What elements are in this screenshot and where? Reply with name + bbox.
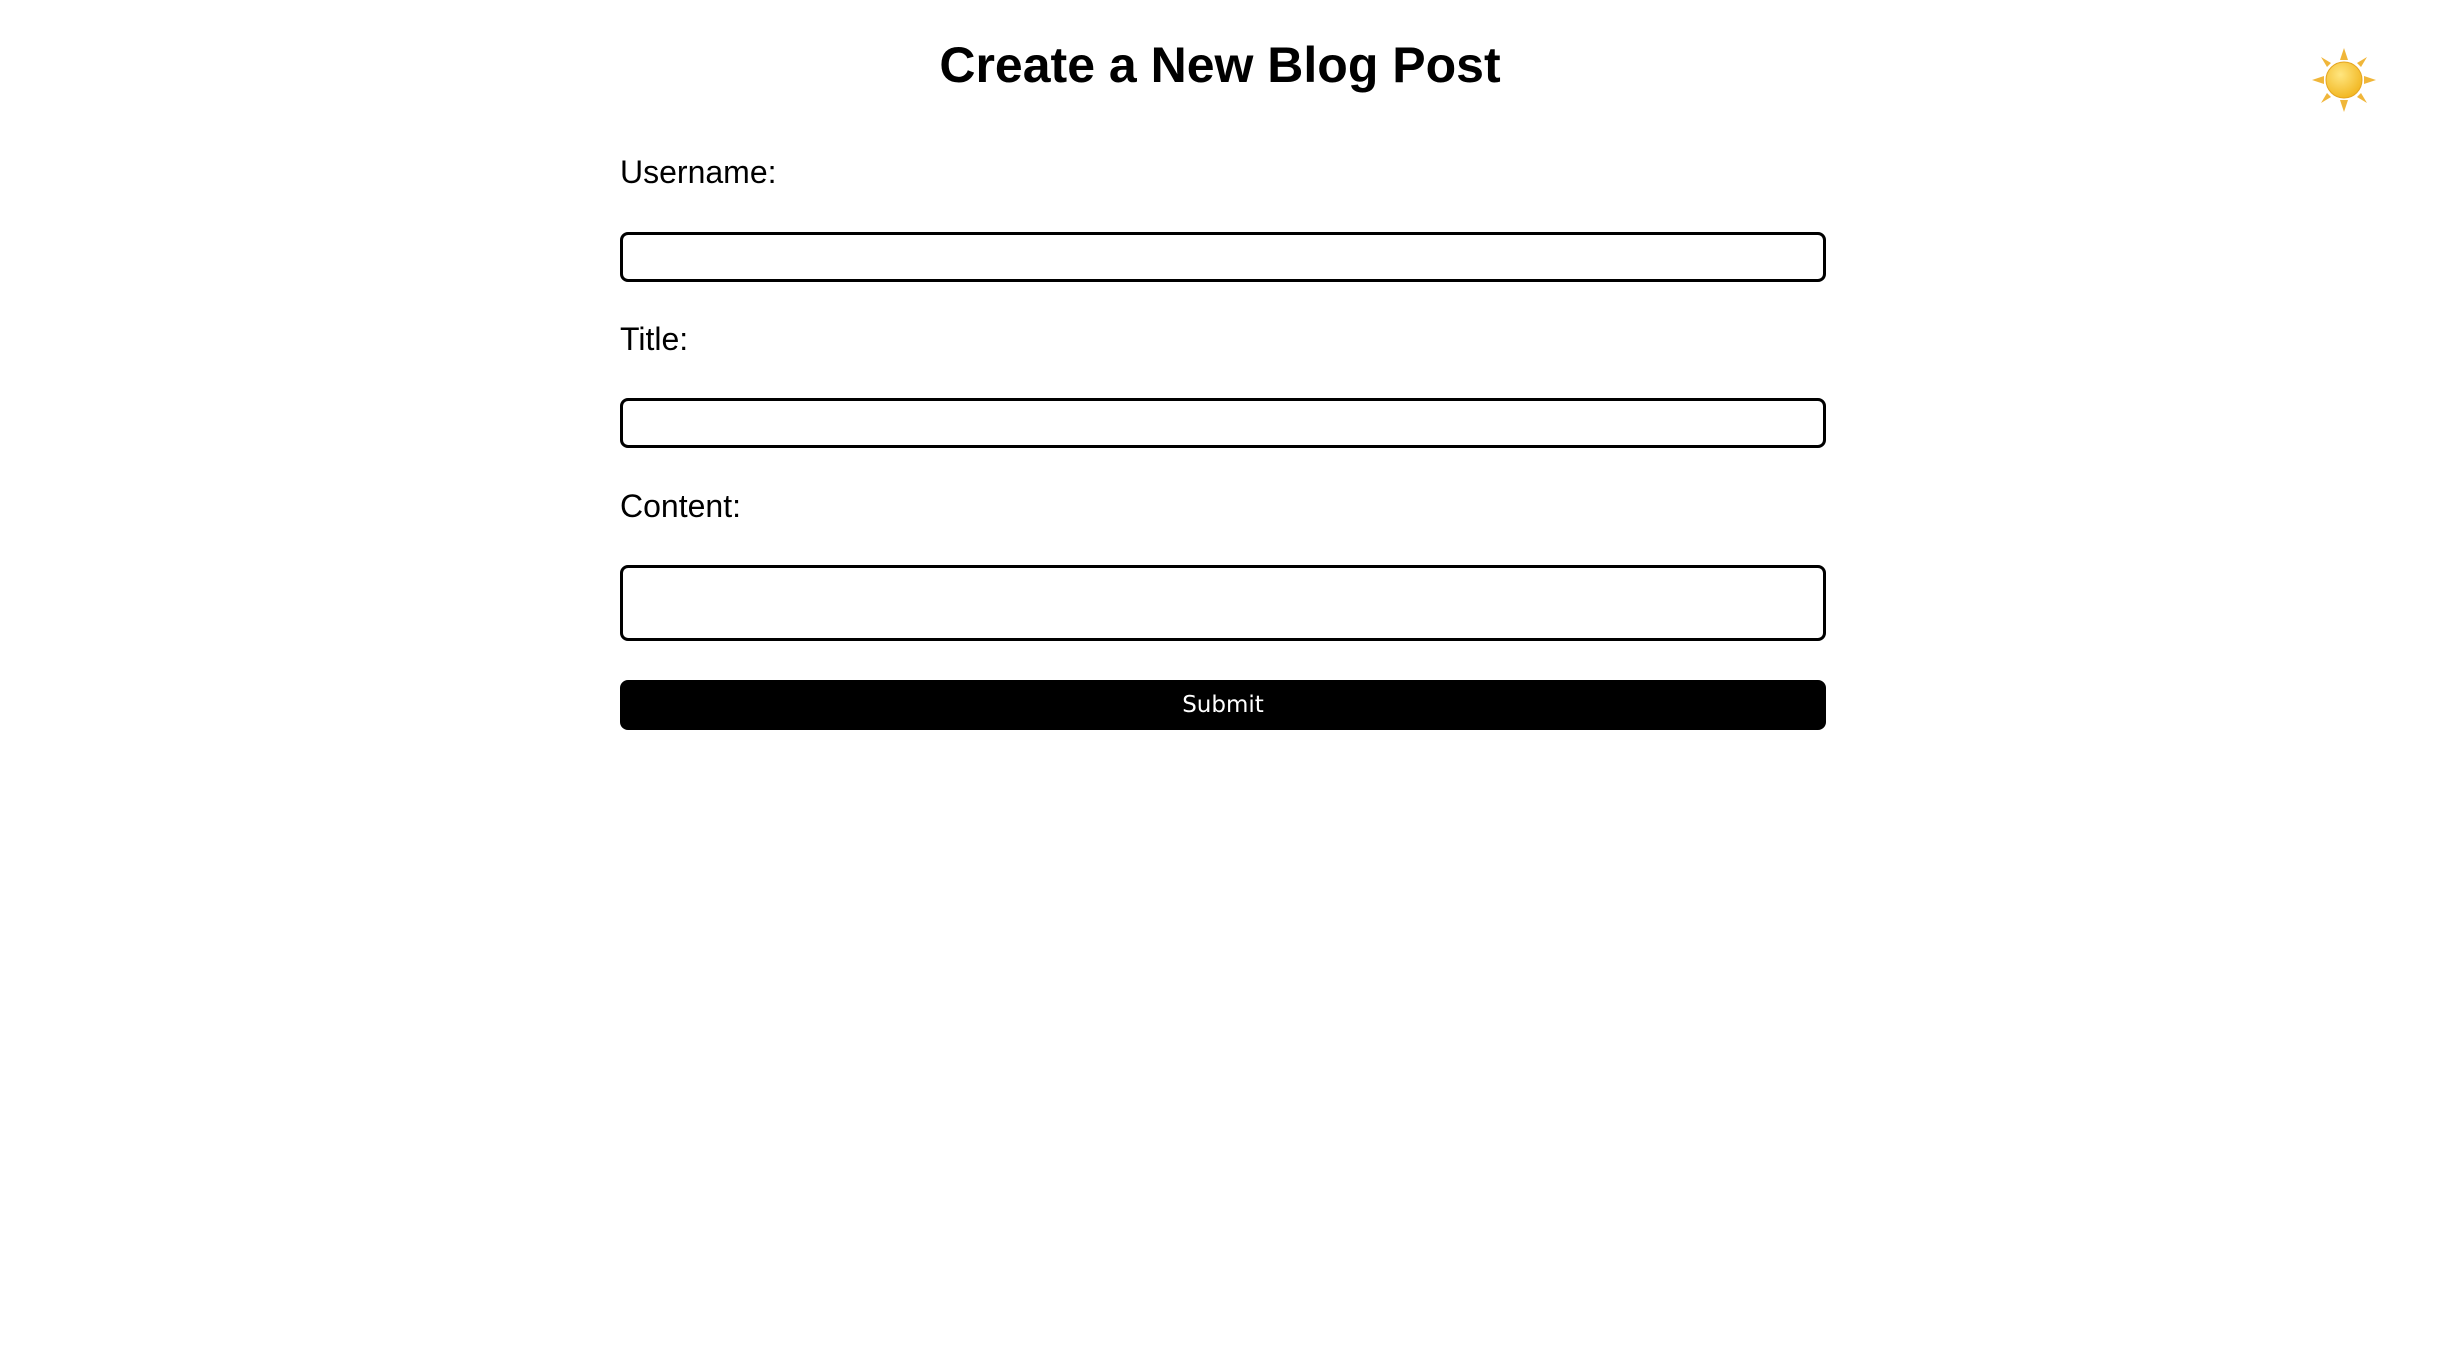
content-label: Content: <box>620 488 741 524</box>
theme-toggle-button[interactable] <box>2312 48 2376 112</box>
sun-icon <box>2312 48 2376 112</box>
page-title: Create a New Blog Post <box>939 37 1501 93</box>
content-textarea[interactable] <box>620 565 1826 641</box>
username-label: Username: <box>620 154 777 190</box>
page: Create a New Blog Post Username: Title: … <box>0 0 2440 1371</box>
title-label: Title: <box>620 321 689 357</box>
title-input[interactable] <box>620 398 1826 448</box>
submit-button[interactable]: Submit <box>620 680 1826 730</box>
username-input[interactable] <box>620 232 1826 282</box>
